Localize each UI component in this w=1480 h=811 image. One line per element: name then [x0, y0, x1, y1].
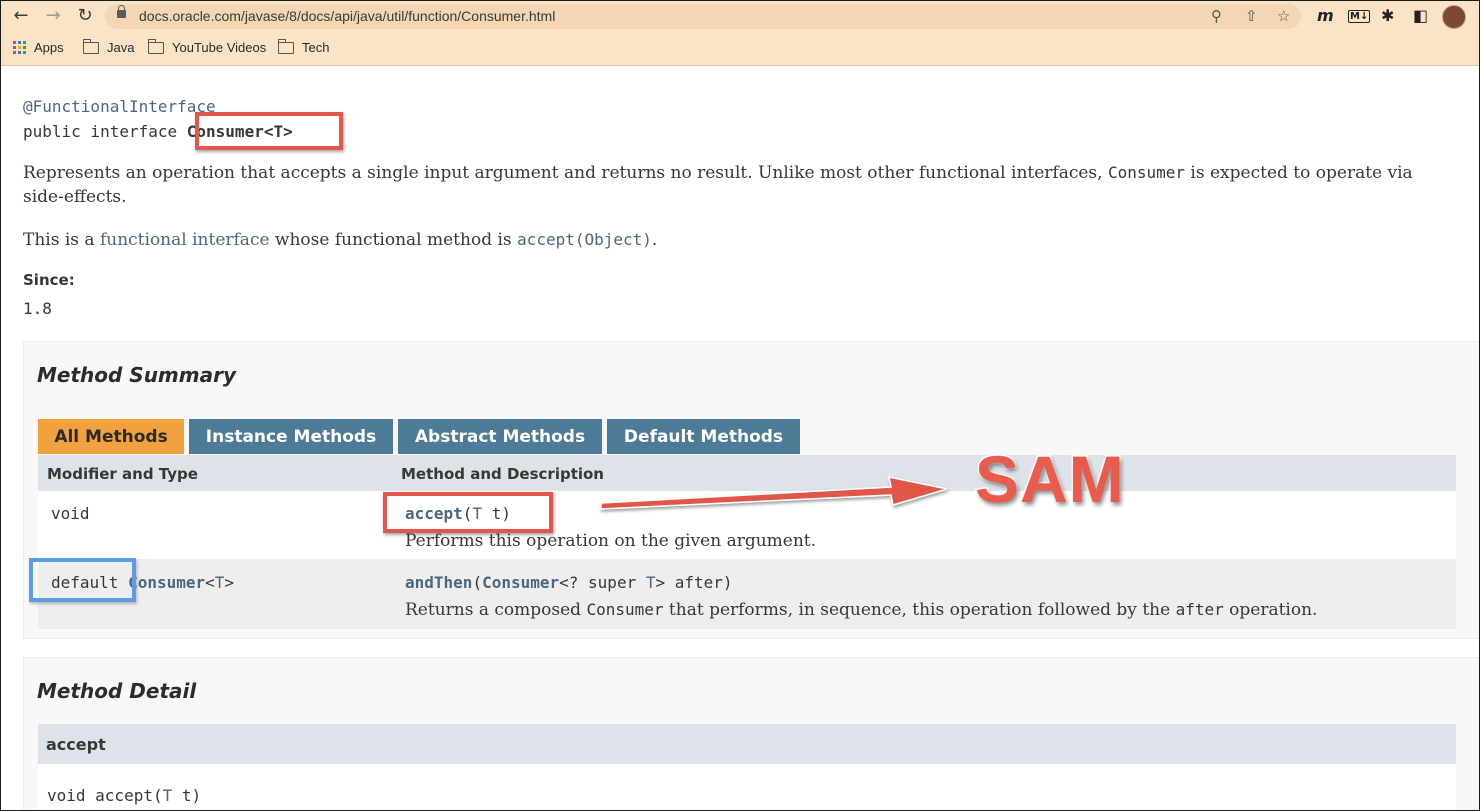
- tab-default-methods[interactable]: Default Methods: [607, 419, 800, 454]
- method-detail-title: Method Detail: [37, 679, 197, 703]
- desc-code: after: [1175, 600, 1224, 619]
- accept-description: Performs this operation on the given arg…: [405, 531, 817, 551]
- functional-interface-annotation[interactable]: @FunctionalInterface: [23, 97, 216, 116]
- desc-text: that performs, in sequence, this operati…: [663, 600, 1176, 620]
- method-detail-name: accept: [46, 735, 106, 754]
- since-value: 1.8: [23, 299, 52, 318]
- bookmark-label: YouTube Videos: [172, 40, 267, 55]
- bookmarks-bar: Apps Java YouTube Videos Tech: [1, 37, 1479, 59]
- folder-icon: [83, 38, 99, 54]
- consumer-type-link[interactable]: Consumer: [482, 573, 559, 592]
- sig-text: t): [172, 786, 202, 805]
- browser-toolbar: ← → ↻ docs.oracle.com/javase/8/docs/api/…: [1, 1, 1479, 66]
- back-arrow-icon[interactable]: ←: [9, 5, 33, 27]
- desc-text: side-effects.: [23, 187, 127, 207]
- bookmark-star-icon[interactable]: ☆: [1277, 7, 1290, 25]
- share-icon[interactable]: ⇧: [1245, 7, 1258, 25]
- modifier-void: void: [51, 504, 90, 523]
- url-text: docs.oracle.com/javase/8/docs/api/java/u…: [139, 8, 556, 24]
- bookmark-label: Java: [107, 40, 135, 55]
- desc-text: Represents an operation that accepts a s…: [23, 163, 1108, 183]
- highlight-box-accept: [383, 492, 553, 533]
- since-label: Since:: [23, 271, 75, 289]
- markdown-extension-icon[interactable]: M↓: [1348, 10, 1371, 23]
- callout-arrow: [600, 476, 948, 510]
- note-text: whose functional method is: [269, 230, 518, 250]
- functional-interface-link[interactable]: functional interface: [100, 230, 270, 250]
- col-modifier-and-type: Modifier and Type: [47, 465, 198, 483]
- desc-code: Consumer: [1107, 163, 1186, 182]
- type-param-link[interactable]: T: [163, 786, 173, 805]
- extension-m-icon[interactable]: m: [1317, 6, 1334, 25]
- arrow-shape: [600, 476, 948, 510]
- tab-all-methods[interactable]: All Methods: [38, 419, 184, 454]
- reload-icon[interactable]: ↻: [73, 5, 97, 27]
- andthen-description: Returns a composed Consumer that perform…: [405, 600, 1317, 620]
- folder-icon: [278, 38, 294, 54]
- method-detail-signature: void accept(T t): [47, 786, 201, 805]
- sig-text: > after): [655, 573, 733, 592]
- apps-grid-icon: [13, 41, 26, 54]
- decl-prefix: public interface: [23, 122, 187, 141]
- highlight-box-consumer: [195, 112, 343, 150]
- bookmark-youtube-videos[interactable]: YouTube Videos: [148, 38, 267, 55]
- lock-icon: [117, 5, 126, 18]
- desc-code: Consumer: [586, 600, 664, 619]
- sig-text: <? super: [559, 573, 646, 592]
- desc-text: is expected to operate via: [1185, 163, 1413, 183]
- sig-text: (: [472, 573, 483, 592]
- bookmark-java[interactable]: Java: [83, 38, 135, 55]
- col-method-and-description: Method and Description: [401, 465, 604, 483]
- method-detail-body: [38, 764, 1456, 810]
- note-text: This is a: [23, 230, 100, 250]
- address-bar[interactable]: docs.oracle.com/javase/8/docs/api/java/u…: [105, 4, 1301, 29]
- note-text: .: [651, 230, 658, 250]
- forward-arrow-icon[interactable]: →: [41, 5, 65, 27]
- tab-abstract-methods[interactable]: Abstract Methods: [398, 419, 602, 454]
- puzzle-extensions-icon[interactable]: ✱: [1381, 6, 1394, 25]
- andthen-method-link[interactable]: andThen: [405, 573, 472, 592]
- sig-text: >: [224, 573, 235, 592]
- accept-object-link[interactable]: accept(Object): [517, 230, 652, 249]
- profile-avatar[interactable]: [1442, 5, 1466, 29]
- highlight-box-default: [29, 558, 136, 602]
- bookmark-apps[interactable]: Apps: [13, 40, 64, 55]
- browser-window: ← → ↻ docs.oracle.com/javase/8/docs/api/…: [0, 0, 1480, 811]
- sam-callout-label: SAM: [974, 441, 1126, 518]
- consumer-type-link[interactable]: Consumer: [128, 573, 205, 592]
- method-detail-header: accept: [38, 724, 1456, 764]
- desc-text: operation.: [1223, 600, 1318, 620]
- zoom-icon[interactable]: ⚲: [1211, 7, 1222, 25]
- folder-icon: [148, 38, 164, 54]
- class-description: Represents an operation that accepts a s…: [23, 161, 1463, 209]
- method-signature-andthen: andThen(Consumer<? super T> after): [405, 573, 733, 592]
- bookmark-label: Tech: [302, 40, 330, 55]
- functional-interface-note: This is a functional interface whose fun…: [23, 228, 657, 252]
- bookmark-tech[interactable]: Tech: [278, 38, 330, 55]
- sig-text: <: [205, 573, 215, 592]
- side-panel-icon[interactable]: ◧: [1413, 6, 1428, 25]
- sig-text: void accept(: [47, 786, 163, 805]
- method-summary-title: Method Summary: [37, 363, 237, 387]
- bookmark-label: Apps: [34, 40, 64, 55]
- desc-text: Returns a composed: [405, 600, 587, 620]
- tab-instance-methods[interactable]: Instance Methods: [189, 419, 393, 454]
- type-param-link[interactable]: T: [215, 573, 225, 592]
